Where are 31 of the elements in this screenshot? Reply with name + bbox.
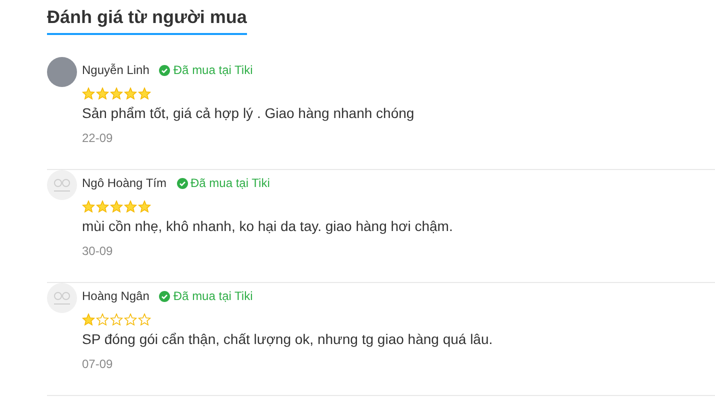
empty-star-icon [110, 313, 123, 326]
filled-star-icon [82, 200, 95, 213]
review-date: 22-09 [82, 130, 114, 147]
filled-star-icon [96, 200, 109, 213]
review-text: mùi cồn nhẹ, khô nhanh, ko hại da tay. giao hàng hơi chậm. [82, 217, 453, 236]
filled-star-icon [138, 87, 151, 100]
filled-star-icon [138, 200, 151, 213]
review-text: SP đóng gói cẩn thận, chất lượng ok, nhưng tg giao hàng quá lâu. [82, 330, 493, 349]
filled-star-icon [110, 200, 123, 213]
verified-label: Đã mua tại Tiki [173, 288, 253, 305]
reviewer-name: Hoàng Ngân [82, 288, 150, 305]
review-date: 30-09 [82, 243, 114, 260]
verified-label: Đã mua tại Tiki [190, 175, 270, 192]
filled-star-icon [82, 87, 95, 100]
review-date: 07-09 [82, 356, 114, 373]
check-circle-icon [159, 64, 170, 76]
filled-star-icon [124, 87, 137, 100]
filled-star-icon [96, 87, 109, 100]
reviewer-name: Nguyễn Linh [82, 62, 150, 79]
section-title: Đánh giá từ người mua [47, 4, 247, 35]
check-circle-icon [159, 290, 170, 302]
review-text: Sản phẩm tốt, giá cả hợp lý . Giao hàng nhanh chóng [82, 104, 414, 123]
avatar-photo-placeholder [47, 57, 77, 87]
filled-star-icon [124, 200, 137, 213]
reviewer-name: Ngô Hoàng Tím [82, 175, 166, 192]
filled-star-icon [82, 313, 95, 326]
check-circle-icon [176, 178, 188, 188]
empty-star-icon [124, 313, 137, 326]
empty-star-icon [138, 313, 151, 326]
verified-label: Đã mua tại Tiki [173, 62, 253, 79]
filled-star-icon [110, 87, 123, 100]
